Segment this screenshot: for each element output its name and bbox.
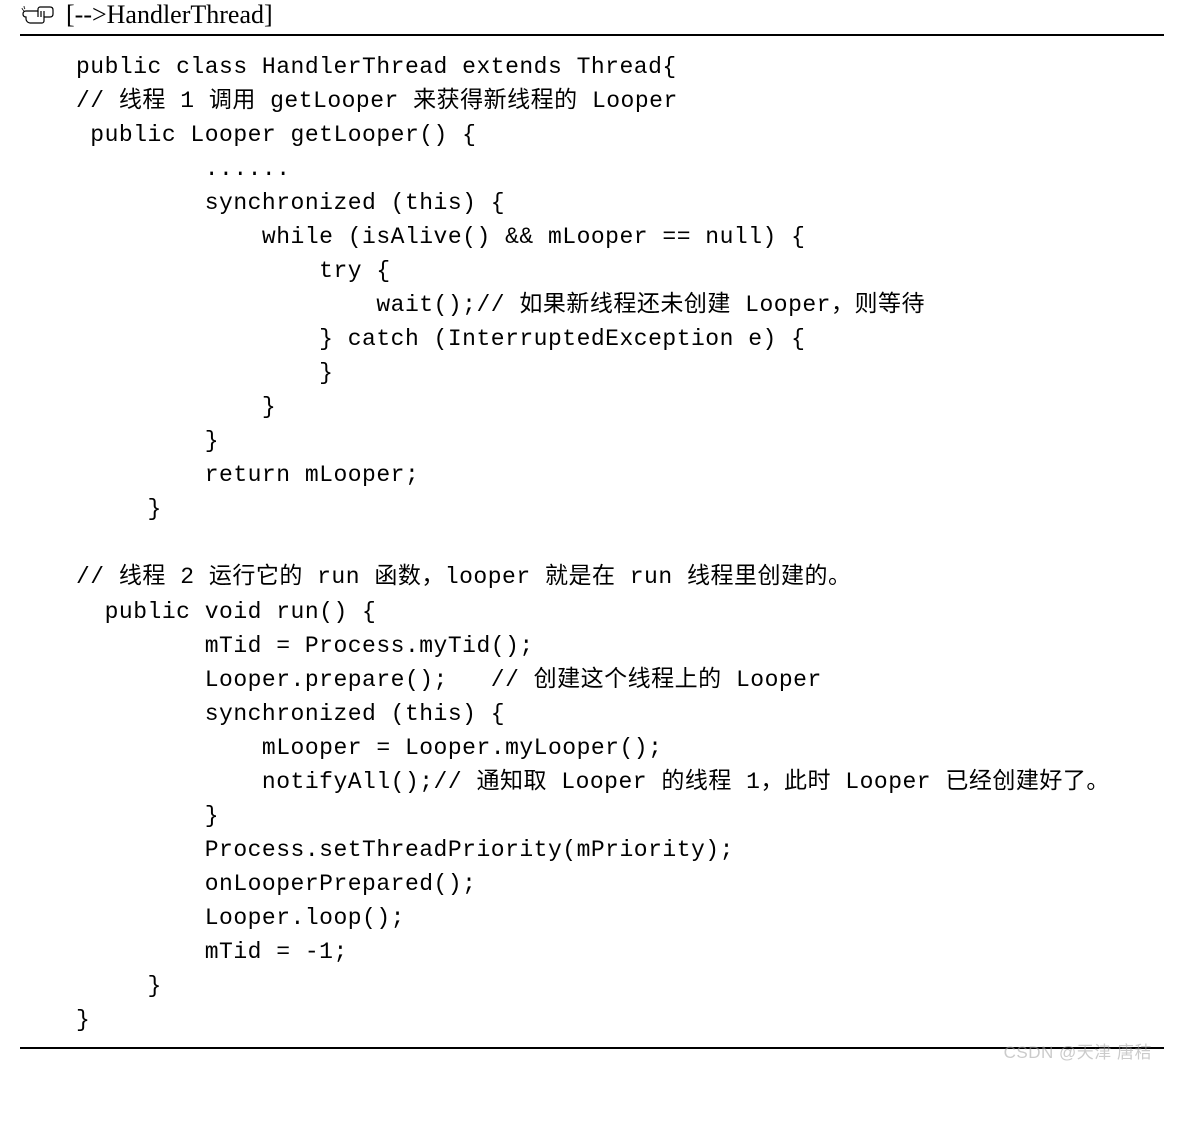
code-line: Process.setThreadPriority(mPriority); [76,837,734,863]
code-line: return mLooper; [76,462,419,488]
code-line: // 线程 1 调用 getLooper 来获得新线程的 Looper [76,88,678,114]
code-line: notifyAll();// 通知取 Looper 的线程 1，此时 Loope… [76,769,1110,795]
section-title: [-->HandlerThread] [66,0,273,30]
code-line: mLooper = Looper.myLooper(); [76,735,662,761]
code-line: } [76,973,162,999]
pointing-hand-icon [20,3,56,27]
code-line: while (isAlive() && mLooper == null) { [76,224,805,250]
code-listing: public class HandlerThread extends Threa… [20,50,1164,1049]
code-line: // 线程 2 运行它的 run 函数，looper 就是在 run 线程里创建… [76,564,851,590]
code-line: mTid = -1; [76,939,348,965]
code-line: onLooperPrepared(); [76,871,476,897]
code-line: } [76,1007,90,1033]
code-line: public class HandlerThread extends Threa… [76,54,677,80]
code-line: } [76,496,162,522]
code-line: try { [76,258,391,284]
code-line: mTid = Process.myTid(); [76,633,534,659]
code-line: } [76,428,219,454]
code-line: synchronized (this) { [76,190,505,216]
code-line: } [76,360,333,386]
code-line: } [76,394,276,420]
code-line: Looper.prepare(); // 创建这个线程上的 Looper [76,667,822,693]
section-header: [-->HandlerThread] [20,0,1164,36]
code-line: ...... [76,156,291,182]
code-line: synchronized (this) { [76,701,505,727]
code-line: } [76,803,219,829]
code-line: public void run() { [76,599,376,625]
code-line: wait();// 如果新线程还未创建 Looper，则等待 [76,292,925,318]
code-line: } catch (InterruptedException e) { [76,326,805,352]
code-line: Looper.loop(); [76,905,405,931]
document-page: [-->HandlerThread] public class HandlerT… [0,0,1184,1069]
code-line: public Looper getLooper() { [76,122,476,148]
watermark-text: CSDN @天津 唐秸 [1004,1038,1152,1063]
